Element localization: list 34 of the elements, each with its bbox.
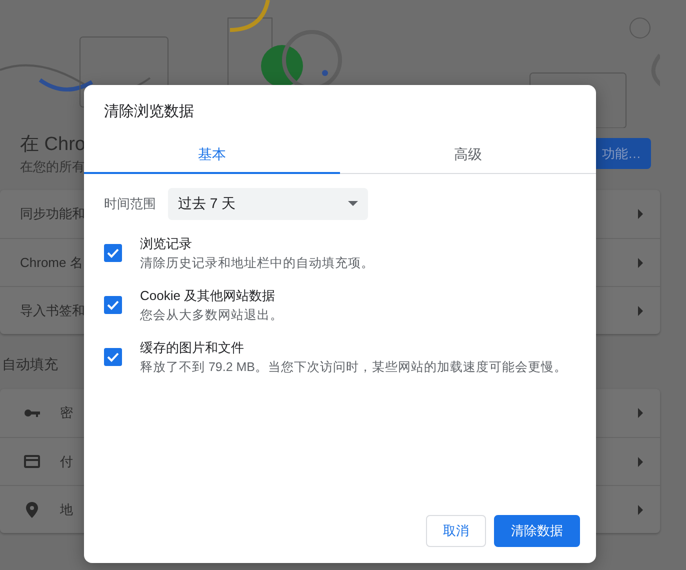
option-description: 您会从大多数网站退出。 [140, 306, 283, 324]
chevron-icon [638, 258, 644, 268]
location-pin-icon [26, 502, 38, 518]
row-label[interactable]: 密 [60, 403, 73, 423]
option-title: 浏览记录 [140, 234, 193, 252]
chevron-icon [638, 408, 644, 418]
key-icon [24, 408, 40, 418]
dialog-title: 清除浏览数据 [103, 102, 195, 122]
option-title: 缓存的图片和文件 [140, 338, 245, 356]
chevron-icon [638, 306, 644, 316]
option-title: Cookie 及其他网站数据 [140, 286, 276, 304]
cancel-button[interactable]: 取消 [426, 515, 486, 547]
field-label: 时间范围 [104, 194, 157, 213]
time-range-dropdown[interactable]: 过去 7 天 [168, 188, 368, 220]
checkbox[interactable] [104, 244, 122, 262]
row-label[interactable]: Chrome 名 [20, 252, 83, 272]
section-heading: 自动填充 [2, 356, 58, 372]
row-label[interactable]: 地 [60, 500, 73, 520]
section-subtitle: 在您的所有 [20, 158, 86, 176]
checkbox[interactable] [104, 348, 122, 366]
row-label[interactable]: 导入书签和 [20, 300, 85, 320]
caret-icon [348, 201, 358, 206]
row-label[interactable]: 付 [60, 452, 73, 472]
chevron-icon [638, 456, 644, 466]
chevron-icon [638, 209, 644, 219]
clear-data-button[interactable]: 清除数据 [494, 515, 580, 547]
option-description: 清除历史记录和地址栏中的自动填充项。 [140, 254, 374, 272]
tab[interactable]: 基本 [84, 134, 340, 174]
row-label[interactable]: 同步功能和 [20, 204, 85, 224]
checkbox[interactable] [104, 296, 122, 314]
credit-card-icon [24, 455, 40, 468]
option-description: 释放了不到 79.2 MB。当您下次访问时，某些网站的加载速度可能会更慢。 [140, 358, 568, 376]
chevron-icon [638, 504, 644, 514]
section-title: 在 Chro [20, 134, 86, 157]
